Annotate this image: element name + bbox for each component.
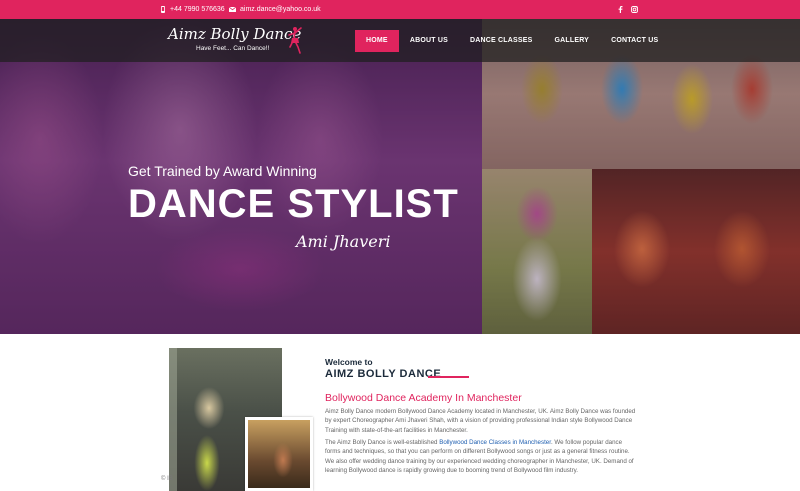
hero-subtitle: Get Trained by Award Winning: [128, 163, 317, 179]
menu-item-about-us[interactable]: ABOUT US: [399, 30, 459, 52]
phone-contact[interactable]: +44 7990 576636: [160, 0, 225, 19]
welcome-photo-inset: [245, 417, 313, 491]
instagram-icon[interactable]: [631, 6, 638, 13]
welcome-big-heading: AIMZ BOLLY DANCE: [325, 368, 442, 380]
site-logo[interactable]: Aimz Bolly Dance Have Feet... Can Dance!…: [168, 25, 308, 57]
menu-item-home[interactable]: HOME: [355, 30, 399, 52]
phone-number: +44 7990 576636: [170, 6, 225, 13]
welcome-paragraph-2: The Aimz Bolly Dance is well-established…: [325, 438, 639, 475]
main-header: Aimz Bolly Dance Have Feet... Can Dance!…: [0, 19, 800, 62]
dancer-logo-icon: [286, 25, 304, 60]
photo-caption: © IB: [161, 476, 173, 482]
hero-overlay: [0, 19, 800, 334]
email-contact[interactable]: aimz.dance@yahoo.co.uk: [229, 0, 321, 19]
main-menu: HOME ABOUT US DANCE CLASSES GALLERY CONT…: [355, 30, 669, 52]
facebook-icon[interactable]: [618, 6, 623, 13]
phone-icon: [160, 6, 166, 13]
dance-classes-link[interactable]: Bollywood Dance Classes in Manchester: [439, 439, 551, 446]
mail-icon: [229, 7, 236, 12]
menu-item-dance-classes[interactable]: DANCE CLASSES: [459, 30, 544, 52]
hero-title: DANCE STYLIST: [128, 182, 459, 226]
logo-name: Aimz Bolly Dance: [168, 25, 302, 43]
welcome-subheading: Bollywood Dance Academy In Manchester: [325, 392, 522, 404]
welcome-paragraph-1: Aimz Bolly Dance modern Bollywood Dance …: [325, 408, 636, 434]
paragraph-text: The Aimz Bolly Dance is well-established: [325, 439, 440, 446]
welcome-small-heading: Welcome to: [325, 357, 373, 367]
menu-item-contact-us[interactable]: CONTACT US: [600, 30, 669, 52]
top-contact-bar: +44 7990 576636 aimz.dance@yahoo.co.uk: [0, 0, 800, 19]
social-links: [618, 0, 638, 19]
email-address: aimz.dance@yahoo.co.uk: [240, 6, 321, 13]
logo-tagline: Have Feet... Can Dance!!: [196, 45, 270, 52]
hero-banner: [0, 19, 800, 334]
heading-underline: [428, 376, 469, 378]
menu-item-gallery[interactable]: GALLERY: [543, 30, 600, 52]
hero-instructor-name: Ami Jhaveri: [296, 232, 391, 251]
